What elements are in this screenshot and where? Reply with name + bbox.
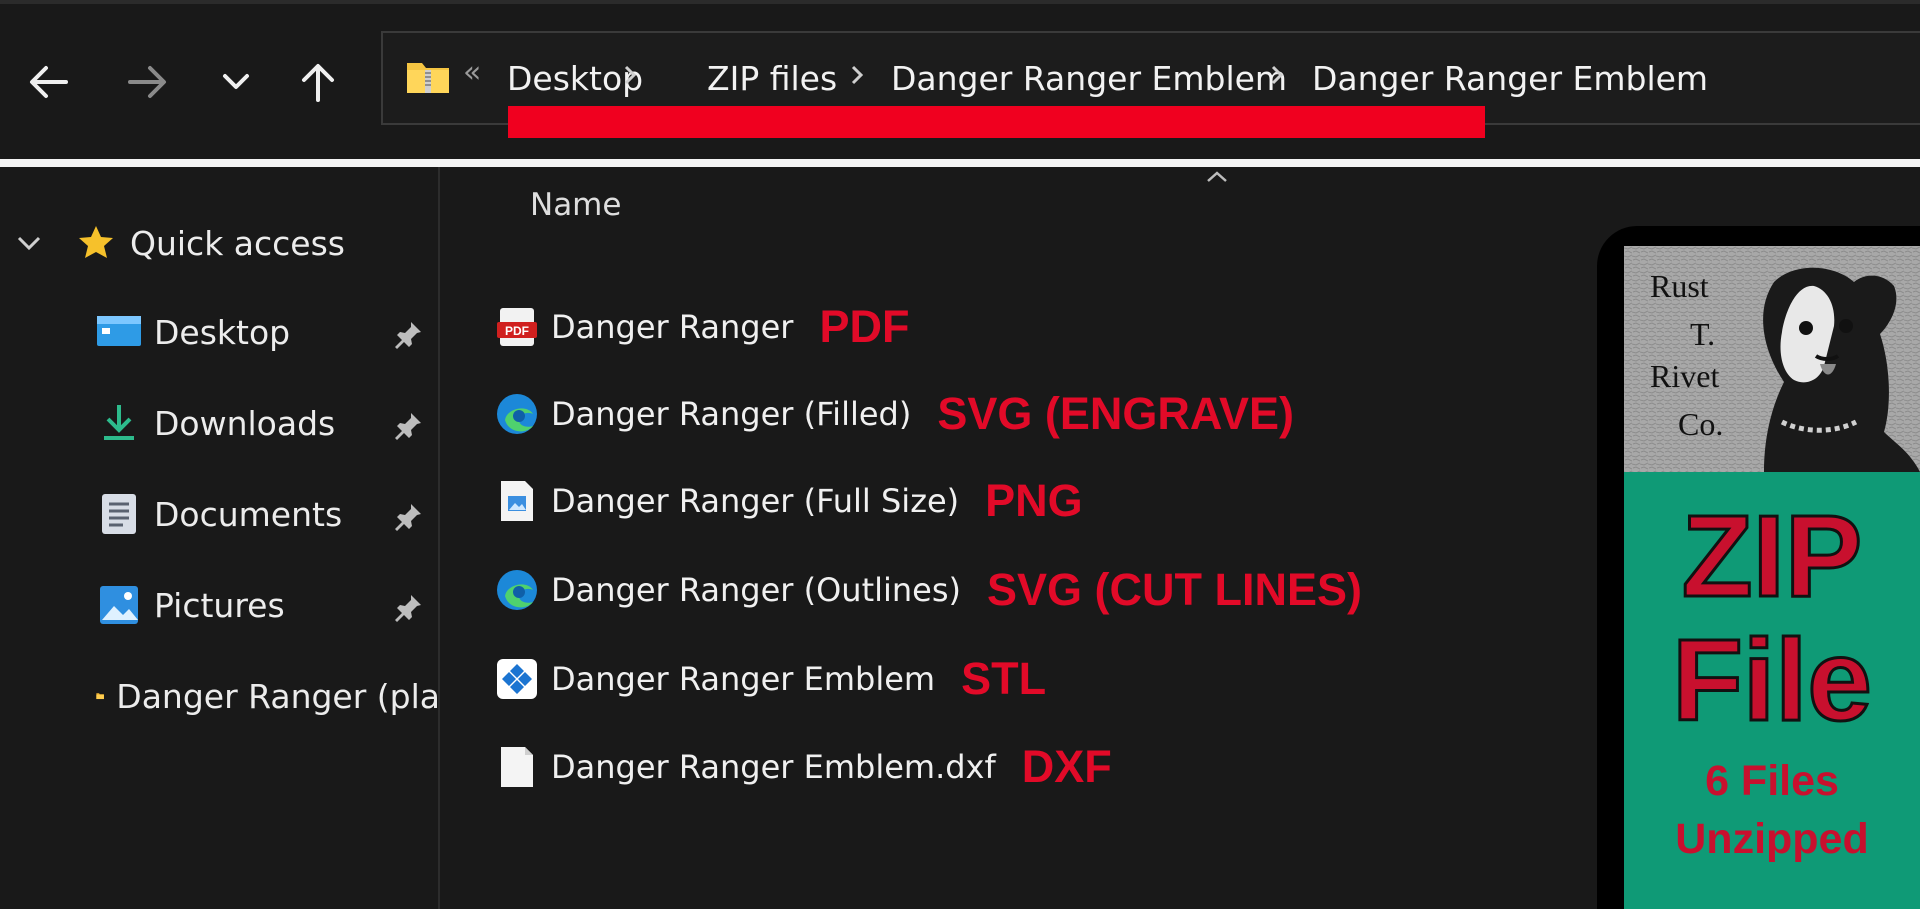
arrow-left-icon [30, 66, 68, 98]
breadcrumb-danger-ranger-emblem[interactable]: Danger Ranger Emblem [891, 59, 1287, 98]
file-list: Name PDF Danger Ranger PDF Danger Ranger… [440, 167, 1597, 909]
file-name: Danger Ranger (Full Size) [551, 482, 960, 520]
unzipped-label: Unzipped [1675, 815, 1869, 863]
window-top-border [0, 0, 1920, 4]
pin-icon[interactable] [393, 502, 423, 536]
desktop-icon [97, 316, 141, 346]
blank-file-icon [495, 745, 539, 789]
pictures-icon [100, 586, 138, 624]
svg-text:PDF: PDF [505, 324, 529, 338]
highlight-underline [508, 106, 1485, 138]
file-name: Danger Ranger Emblem [551, 660, 936, 698]
file-row[interactable]: PDF Danger Ranger PDF [495, 295, 909, 359]
sidebar-quick-access[interactable]: Quick access [0, 211, 438, 275]
edge-icon [495, 568, 539, 612]
pin-icon[interactable] [393, 320, 423, 354]
sidebar-item-label: Downloads [154, 403, 336, 443]
chevron-down-icon[interactable] [16, 235, 42, 251]
column-header-name[interactable]: Name [530, 187, 621, 223]
sidebar-item-downloads[interactable]: Downloads [0, 391, 438, 455]
breadcrumb-danger-ranger-emblem-current[interactable]: Danger Ranger Emblem [1312, 59, 1708, 98]
chevron-down-icon [223, 74, 249, 89]
promo-inner: Rust T. Rivet Co. ZIP File 6 Files Unzip… [1624, 246, 1920, 909]
logo-text: T. [1690, 316, 1716, 352]
zip-folder-icon [405, 57, 451, 99]
forward-button[interactable] [122, 56, 174, 108]
file-name: Danger Ranger (Filled) [551, 395, 912, 433]
edge-icon [495, 392, 539, 436]
navigation-pane: Quick access Desktop Downloads Documents… [0, 167, 440, 909]
sidebar-item-label: Documents [154, 494, 343, 534]
sidebar-item-label: Pictures [154, 585, 285, 625]
pin-icon[interactable] [393, 411, 423, 445]
toolbar: « Desktop ZIP files Danger Ranger Emblem… [0, 0, 1920, 160]
pdf-icon: PDF [495, 305, 539, 349]
sidebar-item-documents[interactable]: Documents [0, 482, 438, 546]
download-icon [104, 405, 134, 440]
file-row[interactable]: Danger Ranger (Outlines) SVG (CUT LINES) [495, 558, 1362, 622]
file-type-label: PNG [985, 475, 1083, 526]
sidebar-item-label: Desktop [154, 312, 291, 352]
sidebar-item-label: Quick access [130, 223, 345, 263]
logo-text: Rivet [1650, 358, 1720, 394]
zip-heading: ZIP [1680, 491, 1863, 621]
file-heading: File [1671, 615, 1874, 745]
logo-text: Rust [1650, 268, 1709, 304]
breadcrumb-separator-icon[interactable] [1270, 63, 1284, 91]
up-button[interactable] [292, 56, 344, 108]
file-row[interactable]: Danger Ranger Emblem.dxf DXF [495, 735, 1112, 799]
logo-text: Co. [1678, 406, 1724, 442]
sidebar-item-desktop[interactable]: Desktop [0, 300, 438, 364]
file-type-label: STL [961, 653, 1047, 704]
file-type-label: DXF [1021, 741, 1112, 792]
arrow-right-icon [128, 66, 166, 98]
file-type-label: SVG (CUT LINES) [987, 564, 1363, 615]
brand-logo: Rust T. Rivet Co. [1624, 246, 1920, 472]
zip-file-banner: ZIP File 6 Files Unzipped [1624, 472, 1920, 909]
file-type-label: PDF [819, 301, 910, 352]
file-row[interactable]: Danger Ranger (Full Size) PNG [495, 469, 1083, 533]
folder-icon [96, 693, 104, 700]
breadcrumb-zip-files[interactable]: ZIP files [707, 59, 837, 98]
toolbar-divider [0, 159, 1920, 167]
3d-viewer-icon [495, 657, 539, 701]
sidebar-item-danger-ranger-folder[interactable]: Danger Ranger (pla [0, 664, 440, 728]
file-name: Danger Ranger [551, 308, 794, 346]
file-row[interactable]: Danger Ranger (Filled) SVG (ENGRAVE) [495, 382, 1294, 446]
breadcrumb-separator-icon[interactable] [623, 63, 637, 91]
image-file-icon [495, 479, 539, 523]
file-type-label: SVG (ENGRAVE) [937, 388, 1295, 439]
file-name: Danger Ranger Emblem.dxf [551, 748, 996, 786]
sidebar-item-label: Danger Ranger (pla [116, 676, 440, 716]
sidebar-item-pictures[interactable]: Pictures [0, 573, 438, 637]
file-count: 6 Files [1705, 757, 1839, 805]
breadcrumb-separator-icon[interactable] [850, 63, 864, 91]
back-button[interactable] [22, 56, 74, 108]
promo-card: Rust T. Rivet Co. ZIP File 6 Files Unzip… [1597, 226, 1920, 909]
file-name: Danger Ranger (Outlines) [551, 571, 962, 609]
pin-icon[interactable] [393, 593, 423, 627]
arrow-up-icon [302, 64, 334, 102]
recent-locations-button[interactable] [210, 56, 262, 108]
documents-icon [102, 494, 136, 534]
star-icon [79, 226, 113, 258]
file-row[interactable]: Danger Ranger Emblem STL [495, 647, 1046, 711]
address-overflow[interactable]: « [463, 55, 481, 90]
